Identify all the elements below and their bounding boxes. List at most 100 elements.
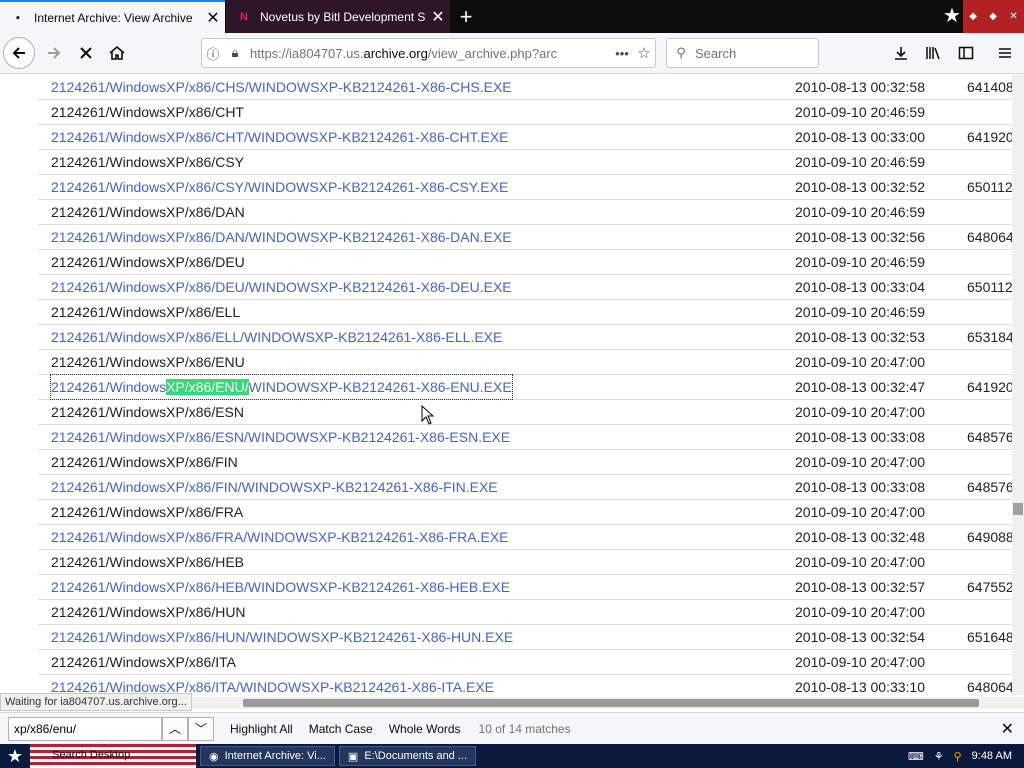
folder-path: 2124261/WindowsXP/x86/ENU — [51, 354, 245, 370]
table-row: 2124261/WindowsXP/x86/ELL/WINDOWSXP-KB21… — [38, 325, 1014, 350]
window-controls[interactable]: ◆ ◆ ✕ — [963, 0, 1024, 33]
info-icon[interactable]: ⓘ — [202, 44, 224, 63]
file-link[interactable]: 2124261/WindowsXP/x86/DEU/WINDOWSXP-KB21… — [51, 275, 512, 299]
find-next-button[interactable]: ﹀ — [188, 716, 214, 741]
file-link[interactable]: 2124261/WindowsXP/x86/CSY/WINDOWSXP-KB21… — [51, 175, 508, 199]
table-row: 2124261/WindowsXP/x86/ENU 2010-09-10 20:4… — [38, 350, 1014, 375]
forward-button[interactable] — [38, 37, 70, 69]
find-bar: ︿ ﹀ Highlight All Match Case Whole Words… — [0, 712, 1024, 744]
folder-path: 2124261/WindowsXP/x86/FRA — [51, 504, 244, 520]
table-row: 2124261/WindowsXP/x86/ITA 2010-09-10 20:4… — [38, 650, 1014, 675]
table-row: 2124261/WindowsXP/x86/DEU 2010-09-10 20:4… — [38, 250, 1014, 275]
tab-title: Novetus by Bitl Development Studio — [260, 9, 426, 24]
url-bar[interactable]: ⓘ 🔒︎ https://ia804707.us.archive.org/vie… — [201, 38, 656, 68]
close-tab-icon[interactable]: ✕ — [426, 5, 450, 29]
home-button[interactable] — [101, 37, 133, 69]
back-arrow-icon — [12, 47, 25, 59]
url-text[interactable]: https://ia804707.us.archive.org/view_arc… — [246, 46, 611, 61]
tab-title: Internet Archive: View Archive — [34, 10, 193, 25]
match-case-toggle[interactable]: Match Case — [309, 722, 373, 736]
new-tab-button[interactable]: + — [451, 0, 481, 33]
file-date: 2010-08-13 00:33:00 — [795, 129, 925, 145]
close-find-bar-icon[interactable]: ✕ — [1001, 719, 1014, 739]
file-link[interactable]: 2124261/WindowsXP/x86/ELL/WINDOWSXP-KB21… — [51, 325, 502, 349]
folder-path: 2124261/WindowsXP/x86/CSY — [51, 154, 244, 170]
mouse-cursor-icon — [421, 405, 435, 425]
network-icon[interactable]: ⚘ — [934, 750, 944, 763]
taskbar-item-7zip[interactable]: ▣ E:\Documents and ... — [338, 746, 477, 766]
file-date: 2010-08-13 00:32:47 — [795, 379, 925, 395]
tab-novetus[interactable]: N Novetus by Bitl Development Studio ✕ — [226, 0, 450, 33]
folder-path: 2124261/WindowsXP/x86/DAN — [51, 204, 245, 220]
table-row: 2124261/WindowsXP/x86/HEB/WINDOWSXP-KB21… — [38, 575, 1014, 600]
library-button[interactable] — [917, 37, 949, 69]
file-link[interactable]: 2124261/WindowsXP/x86/ESN/WINDOWSXP-KB21… — [51, 425, 510, 449]
vertical-scrollbar[interactable] — [1012, 75, 1024, 695]
minimize-icon[interactable]: ◆ — [969, 11, 977, 22]
folder-path: 2124261/WindowsXP/x86/FIN — [51, 454, 238, 470]
tab-internet-archive[interactable]: ▪ Internet Archive: View Archive ✕ — [0, 0, 225, 33]
file-size: 647552 — [967, 579, 1014, 595]
maximize-icon[interactable]: ◆ — [989, 11, 997, 22]
search-icon: ⚲ — [676, 45, 686, 60]
file-link[interactable]: 2124261/WindowsXP/x86/HEB/WINDOWSXP-KB21… — [51, 575, 510, 599]
menu-button[interactable] — [989, 37, 1021, 69]
close-tab-icon[interactable]: ✕ — [201, 6, 225, 30]
file-link[interactable]: 2124261/WindowsXP/x86/CHT/WINDOWSXP-KB21… — [51, 125, 509, 149]
find-input[interactable] — [8, 716, 162, 741]
back-button[interactable] — [3, 37, 35, 69]
table-row: 2124261/WindowsXP/x86/HUN/WINDOWSXP-KB21… — [38, 625, 1014, 650]
highlight-all-toggle[interactable]: Highlight All — [230, 722, 293, 736]
taskbar: ★ Search Desktop ◉ Internet Archive: Vi.… — [0, 744, 1024, 768]
table-row: 2124261/WindowsXP/x86/HEB 2010-09-10 20:4… — [38, 550, 1014, 575]
file-date: 2010-09-10 20:46:59 — [795, 104, 925, 120]
folder-path: 2124261/WindowsXP/x86/HUN — [51, 604, 246, 620]
bookmark-star-icon[interactable]: ☆ — [633, 44, 655, 62]
file-size: 649088 — [967, 529, 1014, 545]
whole-words-toggle[interactable]: Whole Words — [389, 722, 461, 736]
file-date: 2010-09-10 20:47:00 — [795, 654, 925, 670]
search-tray-icon[interactable]: ⚲ — [954, 750, 962, 763]
file-link[interactable]: 2124261/WindowsXP/x86/HUN/WINDOWSXP-KB21… — [51, 625, 513, 649]
find-previous-button[interactable]: ︿ — [162, 716, 188, 741]
file-link[interactable]: 2124261/WindowsXP/x86/FRA/WINDOWSXP-KB21… — [51, 525, 509, 549]
table-row: 2124261/WindowsXP/x86/ESN 2010-09-10 20:4… — [38, 400, 1014, 425]
file-link[interactable]: 2124261/WindowsXP/x86/DAN/WINDOWSXP-KB21… — [51, 225, 512, 249]
status-text: Waiting for ia804707.us.archive.org... — [0, 693, 192, 711]
file-size: 641920 — [967, 129, 1014, 145]
download-button[interactable] — [885, 37, 917, 69]
file-link[interactable]: 2124261/WindowsXP/x86/CHS/WINDOWSXP-KB21… — [51, 75, 512, 99]
table-row: 2124261/WindowsXP/x86/DAN 2010-09-10 20:4… — [38, 200, 1014, 225]
page-actions-icon[interactable]: ••• — [611, 46, 633, 61]
close-window-icon[interactable]: ✕ — [1009, 11, 1017, 22]
file-size: 641920 — [967, 379, 1014, 395]
stop-icon — [80, 47, 92, 59]
folder-path: 2124261/WindowsXP/x86/DEU — [51, 254, 245, 270]
vertical-scrollbar-thumb[interactable] — [1013, 503, 1023, 515]
lock-icon[interactable]: 🔒︎ — [224, 45, 246, 61]
folder-path: 2124261/WindowsXP/x86/ESN — [51, 404, 244, 420]
start-button[interactable]: ★ — [0, 744, 30, 768]
forward-arrow-icon — [48, 47, 61, 59]
hamburger-icon — [999, 48, 1011, 58]
stop-button[interactable] — [70, 37, 102, 69]
tab-strip: ▪ Internet Archive: View Archive ✕ N Nov… — [0, 0, 1024, 33]
table-row: 2124261/WindowsXP/x86/CHT 2010-09-10 20:4… — [38, 100, 1014, 125]
file-link[interactable]: 2124261/WindowsXP/x86/ENU/WINDOWSXP-KB21… — [50, 374, 513, 400]
search-input[interactable]: ⚲ Search — [666, 38, 819, 68]
file-link[interactable]: 2124261/WindowsXP/x86/FIN/WINDOWSXP-KB21… — [51, 475, 498, 499]
horizontal-scrollbar-thumb[interactable] — [243, 699, 979, 707]
keyboard-icon[interactable]: ⌨ — [908, 750, 924, 763]
table-row: 2124261/WindowsXP/x86/ENU/WINDOWSXP-KB21… — [38, 374, 1014, 400]
file-date: 2010-09-10 20:46:59 — [795, 204, 925, 220]
file-date: 2010-08-13 00:32:56 — [795, 229, 925, 245]
taskbar-item-firefox[interactable]: ◉ Internet Archive: Vi... — [200, 746, 335, 766]
sidebar-button[interactable] — [950, 37, 982, 69]
file-link[interactable]: 2124261/WindowsXP/x86/ITA/WINDOWSXP-KB21… — [51, 675, 494, 695]
folder-path: 2124261/WindowsXP/x86/ELL — [51, 304, 241, 320]
file-date: 2010-08-13 00:32:53 — [795, 329, 925, 345]
file-date: 2010-08-13 00:33:10 — [795, 679, 925, 695]
file-size: 641408 — [967, 79, 1014, 95]
file-date: 2010-08-13 00:33:04 — [795, 279, 925, 295]
table-row: 2124261/WindowsXP/x86/CHT/WINDOWSXP-KB21… — [38, 125, 1014, 150]
